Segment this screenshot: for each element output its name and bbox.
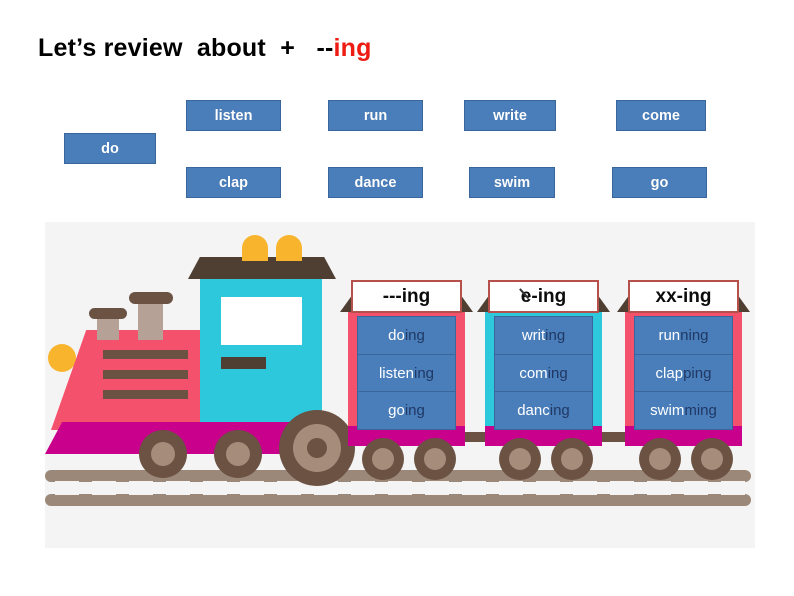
wagon-word[interactable]: do ing — [358, 317, 455, 355]
wagon-coupler — [602, 432, 625, 442]
rail-tie — [203, 481, 227, 495]
word-ing-suffix: ming — [684, 402, 717, 420]
wagon-wheel — [551, 438, 593, 480]
boiler-stripe-2 — [103, 370, 188, 379]
wagon-wheel — [362, 438, 404, 480]
rail-tie — [573, 481, 597, 495]
rail-tie — [388, 481, 412, 495]
word-stem: com — [519, 364, 548, 382]
word-stem: swim — [650, 402, 685, 420]
wagon-word[interactable]: com ing — [495, 355, 592, 393]
rail-tie — [684, 481, 708, 495]
boiler-stripe-3 — [103, 390, 188, 399]
wagon-word-list: do ing listen ing go ing — [357, 316, 456, 430]
struck-letter: e — [520, 285, 532, 307]
loco-wheel-drive — [279, 410, 355, 486]
wagon-word[interactable]: clap ping — [635, 355, 732, 393]
bell-left — [242, 235, 268, 261]
page-title-prefix: Let’s review about + -- — [38, 34, 334, 62]
word-ing-suffix: ing — [414, 364, 435, 382]
wagon-wheel — [414, 438, 456, 480]
cab-window — [221, 297, 302, 345]
word-stem: clap — [655, 364, 684, 382]
rail-tie — [55, 481, 79, 495]
word-stem: writ — [521, 326, 546, 344]
bell-right — [276, 235, 302, 261]
chimney-large-pipe — [138, 300, 163, 340]
rail-tie — [92, 481, 116, 495]
word-chip-come[interactable]: come — [616, 100, 706, 131]
wagon-word[interactable]: run ning — [635, 317, 732, 355]
rail-tie — [166, 481, 190, 495]
word-chip-go[interactable]: go — [612, 167, 707, 198]
boiler — [51, 330, 211, 430]
rail-tie — [499, 481, 523, 495]
word-ing-suffix: ing — [404, 402, 425, 420]
rail-tie — [351, 481, 375, 495]
word-chip-do[interactable]: do — [64, 133, 156, 164]
word-ing-suffix: ing — [549, 402, 570, 420]
rail-tie — [462, 481, 486, 495]
rail-tie — [240, 481, 264, 495]
cab-handle — [221, 357, 266, 369]
rail-tie — [129, 481, 153, 495]
page-title: Let’s review about + --ing — [38, 34, 372, 63]
rail-tie — [721, 481, 745, 495]
chimney-large-cap — [129, 292, 173, 304]
loco-wheel-front — [139, 430, 187, 478]
wagon-wheel — [639, 438, 681, 480]
wagon-word[interactable]: listen ing — [358, 355, 455, 393]
chimney-small-cap — [89, 308, 127, 319]
rail-tie — [425, 481, 449, 495]
word-ing-suffix: ning — [680, 326, 709, 344]
rail-tie — [536, 481, 560, 495]
wagon-sign-2[interactable]: e -ing — [488, 280, 599, 313]
word-chip-clap[interactable]: clap — [186, 167, 281, 198]
boiler-stripe-1 — [103, 350, 188, 359]
wagon-sign-1[interactable]: ---ing — [351, 280, 462, 313]
wagon-wheel — [691, 438, 733, 480]
wagon-wheel — [499, 438, 541, 480]
rail-bottom — [45, 494, 751, 506]
wagon-word-list: run ning clap ping swim ming — [634, 316, 733, 430]
word-chip-dance[interactable]: dance — [328, 167, 423, 198]
word-chip-swim[interactable]: swim — [469, 167, 555, 198]
word-stem: go — [388, 402, 405, 420]
loco-wheel-mid — [214, 430, 262, 478]
rail-tie — [610, 481, 634, 495]
wagon-word-list: writ ing com ing danc ing — [494, 316, 593, 430]
wagon-word[interactable]: danc ing — [495, 392, 592, 429]
word-stem: danc — [517, 402, 550, 420]
word-chip-run[interactable]: run — [328, 100, 423, 131]
word-stem: listen — [378, 364, 414, 382]
train-illustration: ---ing do ing listen ing go ing e -ing writ ing com… — [45, 222, 755, 548]
headlight — [48, 344, 76, 372]
wagon-word[interactable]: writ ing — [495, 317, 592, 355]
wagon-coupler — [465, 432, 485, 442]
rail-tie — [647, 481, 671, 495]
page-title-suffix: ing — [333, 34, 372, 62]
wagon-sign-3[interactable]: xx-ing — [628, 280, 739, 313]
word-chip-write[interactable]: write — [464, 100, 556, 131]
word-stem: run — [658, 326, 681, 344]
sign-rest: -ing — [531, 285, 567, 307]
word-ing-suffix: ping — [683, 364, 712, 382]
word-ing-suffix: ing — [547, 364, 568, 382]
word-stem: do — [388, 326, 405, 344]
wagon-word[interactable]: swim ming — [635, 392, 732, 429]
word-ing-suffix: ing — [404, 326, 425, 344]
wagon-word[interactable]: go ing — [358, 392, 455, 429]
word-chip-listen[interactable]: listen — [186, 100, 281, 131]
word-ing-suffix: ing — [545, 326, 566, 344]
rail-tie — [277, 481, 301, 495]
